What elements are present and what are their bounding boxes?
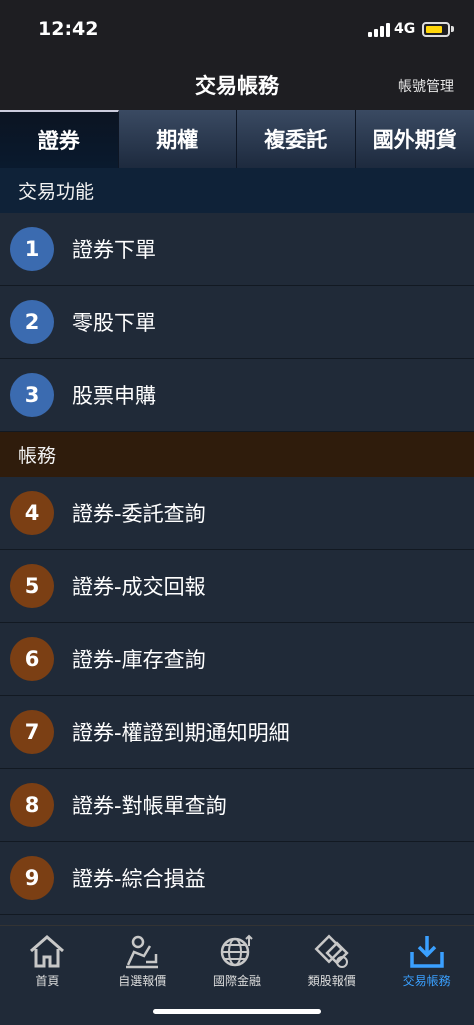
tabbar-trading[interactable]: 交易帳務 — [379, 926, 474, 996]
nav-bar: 交易帳務 帳號管理 — [0, 60, 474, 110]
number-badge: 3 — [10, 373, 54, 417]
number-badge: 8 — [10, 783, 54, 827]
list-item-label: 證券-成交回報 — [72, 575, 206, 599]
list-item[interactable]: 6 證券-庫存查詢 — [0, 623, 474, 696]
list-item-label: 證券-對帳單查詢 — [72, 794, 227, 818]
list-item-label: 證券下單 — [72, 238, 156, 262]
list-item[interactable]: 4 證券-委託查詢 — [0, 477, 474, 550]
number-badge: 5 — [10, 564, 54, 608]
tab-securities[interactable]: 證券 — [0, 110, 119, 168]
list-item[interactable]: 5 證券-成交回報 — [0, 550, 474, 623]
account-management-button[interactable]: 帳號管理 — [398, 76, 454, 96]
category-icon — [314, 934, 349, 968]
battery-cap — [451, 26, 454, 32]
status-time: 12:42 — [38, 18, 99, 40]
number-badge: 7 — [10, 710, 54, 754]
tabbar-international[interactable]: 國際金融 — [190, 926, 285, 996]
tab-options[interactable]: 期權 — [119, 110, 237, 168]
tabbar-label: 類股報價 — [307, 974, 356, 988]
globe-icon — [220, 934, 253, 967]
list-item[interactable]: 3 股票申購 — [0, 359, 474, 432]
tabbar-label: 自選報價 — [118, 974, 167, 988]
list-item-label: 股票申購 — [72, 384, 156, 408]
tab-foreign-futures[interactable]: 國外期貨 — [356, 110, 474, 168]
number-badge: 2 — [10, 300, 54, 344]
list-item-label: 證券-庫存查詢 — [72, 648, 206, 672]
function-list: 交易功能 1 證券下單 2 零股下單 3 股票申購 帳務 4 證券-委託查詢 5… — [0, 168, 474, 925]
number-badge: 6 — [10, 637, 54, 681]
section-header-accounts: 帳務 — [0, 432, 474, 477]
tabbar-watchlist[interactable]: 自選報價 — [95, 926, 190, 996]
home-indicator — [153, 1009, 321, 1014]
tab-bar: 證券 期權 複委託 國外期貨 — [0, 110, 474, 168]
list-item[interactable]: 2 零股下單 — [0, 286, 474, 359]
status-bar: 12:42 4G — [0, 0, 474, 60]
list-item-label: 證券-權證到期通知明細 — [72, 721, 290, 745]
person-chart-icon — [126, 935, 159, 969]
list-item-label: 證券-委託查詢 — [72, 502, 206, 526]
battery-icon — [422, 22, 450, 37]
list-item-label: 證券-綜合損益 — [72, 867, 206, 891]
tabbar-label: 交易帳務 — [402, 974, 451, 988]
number-badge: 1 — [10, 227, 54, 271]
tab-sub-brokerage[interactable]: 複委託 — [237, 110, 356, 168]
home-icon — [30, 935, 65, 968]
list-item[interactable]: 9 證券-綜合損益 — [0, 842, 474, 915]
tabbar-home[interactable]: 首頁 — [0, 926, 95, 996]
section-header-trading: 交易功能 — [0, 168, 474, 213]
tabbar-sector-quotes[interactable]: 類股報價 — [284, 926, 379, 996]
list-item[interactable]: 7 證券-權證到期通知明細 — [0, 696, 474, 769]
number-badge: 9 — [10, 856, 54, 900]
tabbar-label: 國際金融 — [212, 974, 261, 988]
network-label: 4G — [394, 21, 416, 37]
list-item[interactable]: 1 證券下單 — [0, 213, 474, 286]
tabbar-label: 首頁 — [35, 974, 60, 988]
signal-icon — [368, 23, 390, 37]
number-badge: 4 — [10, 491, 54, 535]
tray-download-icon — [409, 936, 444, 968]
list-item-label: 零股下單 — [72, 311, 156, 335]
list-item[interactable]: 8 證券-對帳單查詢 — [0, 769, 474, 842]
